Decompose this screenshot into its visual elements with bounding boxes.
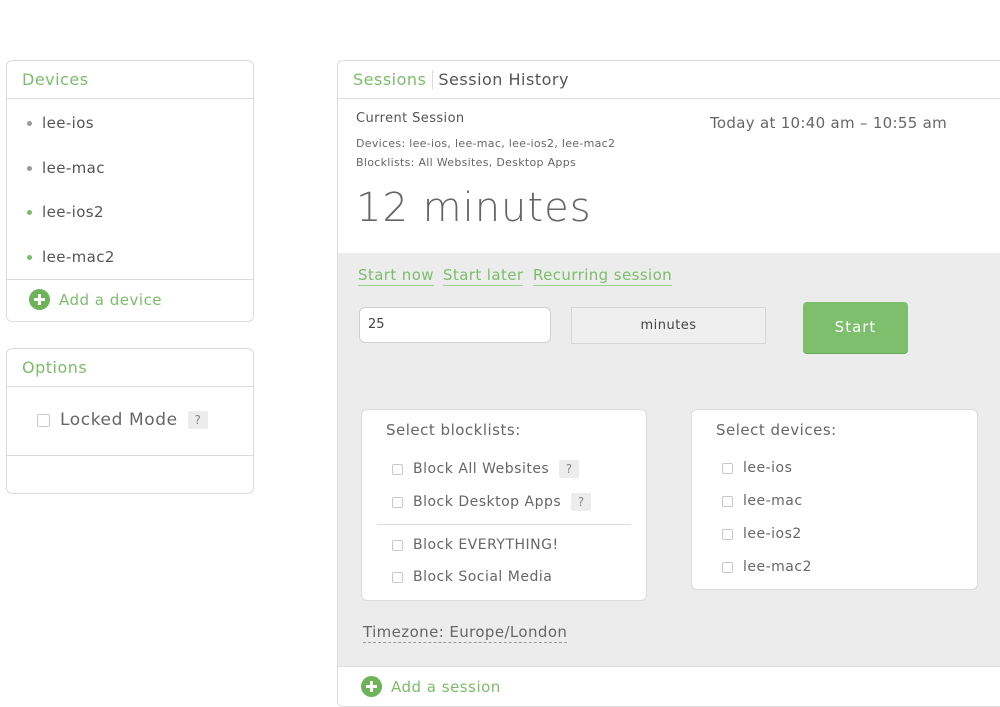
status-dot-icon — [27, 209, 32, 215]
devices-title: Devices — [7, 61, 253, 99]
device-name: lee-ios — [42, 114, 94, 132]
help-icon[interactable]: ? — [571, 493, 592, 511]
device-checkbox[interactable] — [722, 528, 733, 540]
locked-mode-label: Locked Mode — [60, 410, 178, 430]
blocklist-checkbox[interactable] — [392, 463, 403, 475]
start-later-link[interactable]: Start later — [443, 266, 524, 286]
device-item-lee-ios2[interactable]: lee-ios2 — [27, 203, 104, 221]
blocklist-item[interactable]: Block All Websites ? — [392, 460, 580, 478]
plus-circle-icon — [361, 676, 382, 697]
recurring-session-link[interactable]: Recurring session — [533, 266, 673, 286]
add-device-button[interactable]: Add a device — [29, 289, 162, 310]
timezone-link[interactable]: Timezone: Europe/London — [363, 623, 568, 643]
device-name: lee-mac — [42, 159, 105, 177]
add-session-label: Add a session — [391, 677, 501, 696]
blocklist-label: Block Social Media — [413, 569, 553, 585]
device-item-lee-mac[interactable]: lee-mac — [27, 159, 105, 177]
device-select-label: lee-mac — [743, 493, 803, 509]
blocklist-item[interactable]: Block Desktop Apps ? — [392, 493, 592, 511]
devices-panel: Devices lee-ios lee-mac lee-ios2 lee-mac… — [6, 60, 254, 322]
device-name: lee-mac2 — [42, 248, 115, 266]
blocklist-checkbox[interactable] — [392, 571, 403, 583]
device-select-item[interactable]: lee-mac — [722, 493, 803, 509]
current-session-heading: Current Session — [356, 111, 465, 126]
devices-footer: Add a device — [7, 279, 253, 321]
session-devices-line: Devices: lee-ios, lee-mac, lee-ios2, lee… — [356, 137, 616, 150]
options-title: Options — [7, 349, 253, 387]
status-dot-icon — [27, 120, 32, 126]
remaining-time: 12 minutes — [356, 185, 592, 231]
blocklist-divider — [377, 524, 631, 525]
blocklist-label: Block All Websites — [413, 461, 550, 477]
blocklist-label: Block EVERYTHING! — [413, 537, 559, 553]
add-session-bar: Add a session — [338, 666, 1000, 706]
start-now-link[interactable]: Start now — [358, 266, 434, 286]
locked-mode-help-icon[interactable]: ? — [187, 411, 208, 429]
device-select-item[interactable]: lee-mac2 — [722, 559, 812, 575]
device-select-item[interactable]: lee-ios — [722, 460, 792, 476]
add-session-button[interactable]: Add a session — [361, 676, 501, 697]
duration-unit-select[interactable]: minutes — [571, 307, 766, 344]
new-session-form: Start now Start later Recurring session … — [338, 253, 1000, 666]
duration-input[interactable]: 25 — [359, 307, 551, 343]
devices-select-box: Select devices: lee-ios lee-mac lee-ios2… — [691, 409, 978, 590]
sessions-tabs: Sessions Session History — [338, 61, 1000, 99]
device-select-item[interactable]: lee-ios2 — [722, 526, 802, 542]
add-device-label: Add a device — [59, 290, 163, 309]
device-select-label: lee-mac2 — [743, 559, 812, 575]
blocklist-checkbox[interactable] — [392, 539, 403, 551]
locked-mode-row: Locked Mode ? — [37, 410, 208, 430]
devices-select-title: Select devices: — [716, 421, 837, 439]
device-checkbox[interactable] — [722, 462, 733, 474]
blocklist-checkbox[interactable] — [392, 496, 403, 508]
device-item-lee-ios[interactable]: lee-ios — [27, 114, 94, 132]
locked-mode-checkbox[interactable] — [37, 413, 50, 427]
plus-circle-icon — [29, 289, 50, 310]
blocklist-label: Block Desktop Apps — [413, 494, 562, 510]
device-checkbox[interactable] — [722, 561, 733, 573]
start-button[interactable]: Start — [803, 302, 908, 353]
session-blocklists-line: Blocklists: All Websites, Desktop Apps — [356, 156, 577, 169]
sessions-panel: Sessions Session History Current Session… — [337, 60, 1000, 707]
device-select-label: lee-ios — [743, 460, 793, 476]
device-item-lee-mac2[interactable]: lee-mac2 — [27, 248, 115, 266]
options-footer — [7, 455, 253, 456]
session-time-range: Today at 10:40 am – 10:55 am — [710, 114, 948, 132]
device-select-label: lee-ios2 — [743, 526, 802, 542]
status-dot-icon — [27, 254, 32, 260]
tab-sessions[interactable]: Sessions — [353, 70, 434, 89]
blocklist-item[interactable]: Block Social Media — [392, 569, 552, 585]
blocklists-box: Select blocklists: Block All Websites ? … — [361, 409, 647, 601]
blocklists-title: Select blocklists: — [386, 421, 521, 439]
status-dot-icon — [27, 165, 32, 171]
device-checkbox[interactable] — [722, 495, 733, 507]
blocklist-item[interactable]: Block EVERYTHING! — [392, 537, 559, 553]
options-panel: Options Locked Mode ? — [6, 348, 254, 494]
device-name: lee-ios2 — [42, 203, 104, 221]
tab-session-history[interactable]: Session History — [433, 70, 569, 89]
help-icon[interactable]: ? — [559, 460, 580, 478]
current-session: Current Session Today at 10:40 am – 10:5… — [338, 99, 1000, 253]
